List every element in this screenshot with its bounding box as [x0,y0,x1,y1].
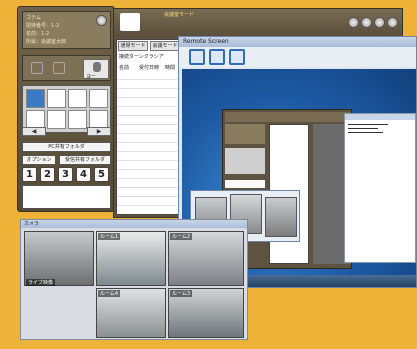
notepad-line [348,128,378,129]
fit-screen-icon[interactable] [189,49,205,65]
camera-feed[interactable]: ライブ映像 [24,231,94,286]
info-line: 所属：会議室太郎 [26,39,67,45]
tab-meeting-mode[interactable]: 会議モード [150,41,180,51]
thumbnail[interactable] [68,110,87,129]
remote-number-row [225,180,265,188]
settings-icon[interactable] [374,17,385,28]
column-date: 受付日時 [139,65,160,71]
next-button[interactable]: ▶ [87,127,111,136]
thumbnail[interactable] [26,89,45,108]
info-line: ゴテム [26,15,41,21]
list-rows [117,71,181,211]
left-control-panel: ゴテム 招待番号：1-2 名前：1-2 所属：会議室太郎 ヨー ◀ ▶ PC共有… [17,6,115,212]
window-icon[interactable] [229,49,245,65]
number-button-1[interactable]: 1 [22,167,37,182]
message-box[interactable] [22,185,111,209]
number-button-4[interactable]: 4 [76,167,91,182]
app-toolbar: 会議室モード [114,9,402,37]
column-name: 名前 [119,65,130,71]
thumbnail[interactable] [47,89,66,108]
camera-window: カメラ ライブ映像 ルーム1 ルーム2 ルーム4 ルーム3 [20,219,248,340]
camera-label: ルーム4 [98,290,121,297]
user-button-label: ヨー [86,74,97,80]
tab-normal-mode[interactable]: 通常モード [118,41,148,51]
remote-thumbnail-grid [225,148,265,174]
info-line: 名前：1-2 [26,31,50,37]
device-area: ヨー [22,55,111,81]
remote-app-toolbar [225,112,351,122]
prev-button[interactable]: ◀ [22,127,46,136]
number-button-2[interactable]: 2 [40,167,55,182]
pc-folder-button[interactable]: PC共有フォルダ [22,142,111,152]
camera-feed[interactable]: ルーム4 [96,288,166,338]
camera-feed[interactable]: ルーム3 [168,288,244,338]
user-info-box: ゴテム 招待番号：1-2 名前：1-2 所属：会議室太郎 [22,11,111,49]
camera-feed[interactable]: ルーム2 [168,231,244,286]
notepad-line [348,132,383,133]
app-title: 会議室モード [164,12,195,18]
window-title: Remote Screen [179,37,416,47]
lock-icon [31,62,43,74]
notepad-line [348,124,388,125]
column-time: 時間 [165,65,176,71]
thumbnail-grid [22,85,111,133]
camera-feed[interactable]: ルーム1 [96,231,166,286]
gear-icon[interactable] [387,17,398,28]
gear-icon[interactable] [96,15,107,26]
participant-list: 通常モード 会議モード 接続ターンクラシア 名前 受付日時 時間 [116,39,182,215]
remote-toolbar [179,47,416,67]
thumbnail[interactable] [47,110,66,129]
notepad-window [344,113,416,263]
list-header: 接続ターンクラシア [119,54,164,60]
camera-label: ルーム2 [170,233,193,240]
camera-label: ルーム1 [98,233,121,240]
receive-folder-button[interactable]: 受信共有フォルダ [59,155,111,165]
camera-label: ライブ映像 [26,279,56,286]
preview-thumb[interactable] [265,197,297,237]
remote-user-box [225,124,265,144]
user-button[interactable]: ヨー [83,59,109,80]
camera-window-title: カメラ [21,220,247,228]
settings-icon[interactable] [361,17,372,28]
fullscreen-icon[interactable] [209,49,225,65]
thumbnail[interactable] [89,89,108,108]
info-line: 招待番号：1-2 [26,23,60,29]
camera-label: ルーム3 [170,290,193,297]
thumbnail[interactable] [68,89,87,108]
number-button-5[interactable]: 5 [94,167,109,182]
number-button-3[interactable]: 3 [58,167,73,182]
settings-icon[interactable] [348,17,359,28]
person-icon [93,62,101,72]
option-button[interactable]: オプション [22,155,56,165]
notepad-titlebar [345,114,415,120]
app-logo [120,13,140,31]
camera-icon [53,62,65,74]
